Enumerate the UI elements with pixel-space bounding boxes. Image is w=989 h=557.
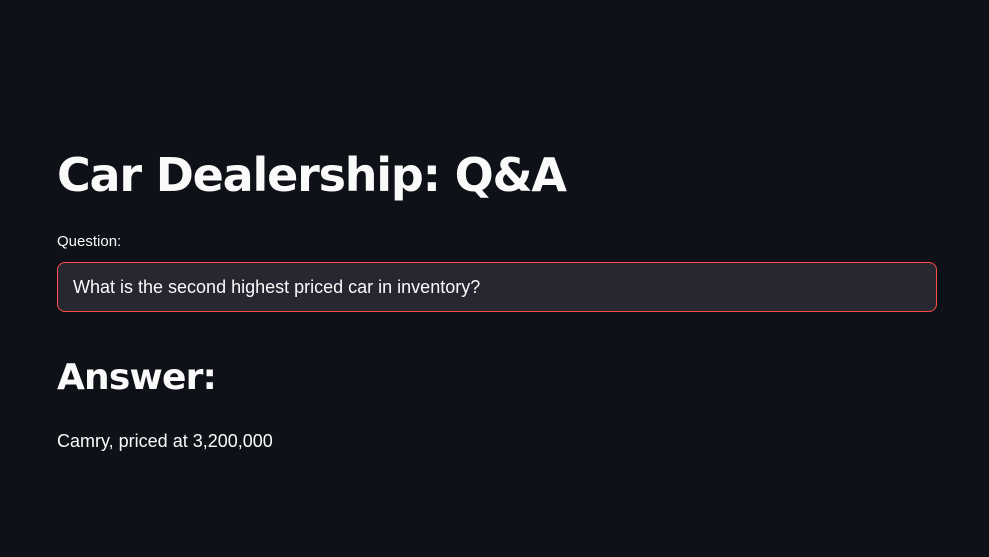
answer-heading: Answer: bbox=[57, 357, 217, 398]
question-input[interactable] bbox=[57, 262, 937, 312]
answer-text: Camry, priced at 3,200,000 bbox=[57, 431, 273, 451]
page-title: Car Dealership: Q&A bbox=[57, 148, 567, 202]
question-label: Question: bbox=[57, 233, 122, 250]
